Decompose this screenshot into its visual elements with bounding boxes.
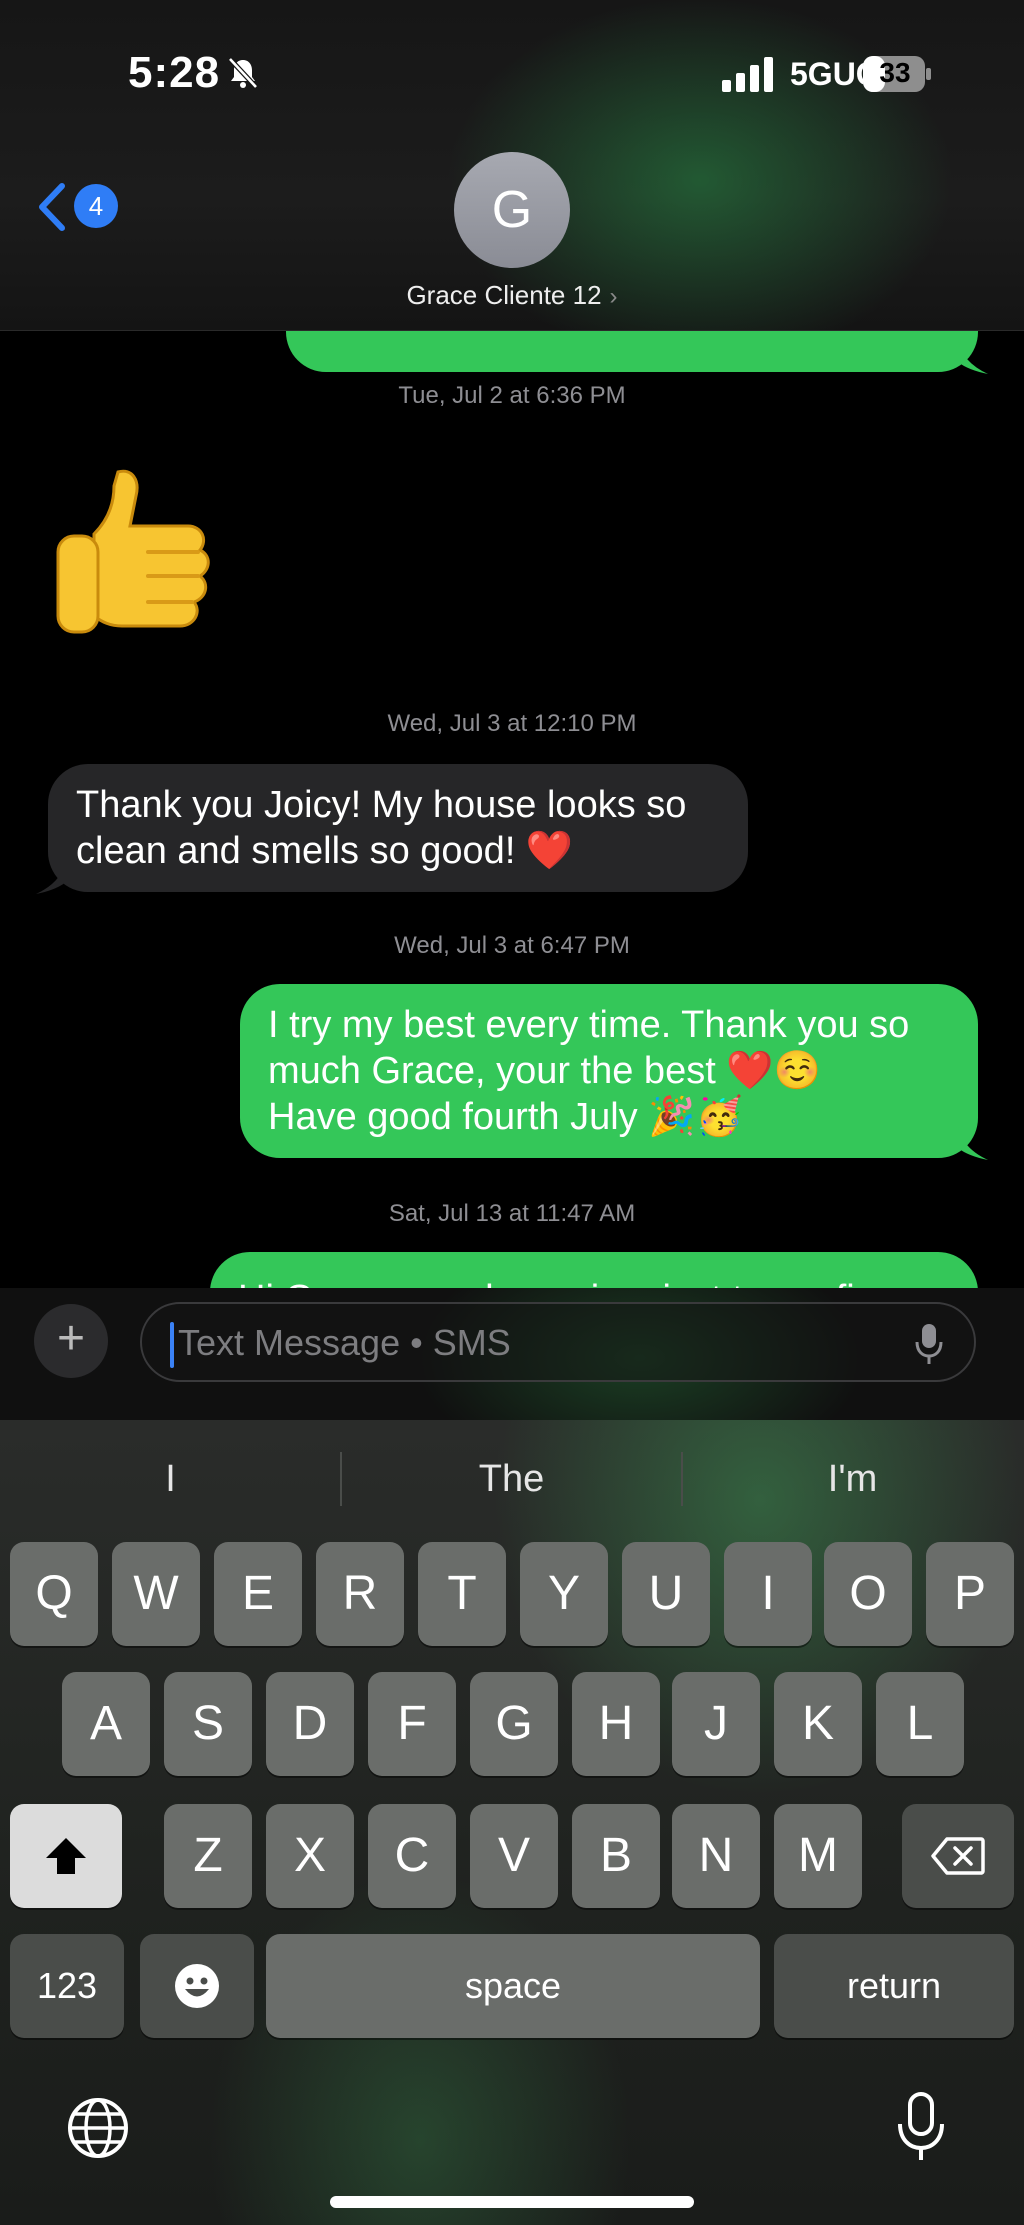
- key-v[interactable]: V: [470, 1804, 558, 1908]
- key-p[interactable]: P: [926, 1542, 1014, 1646]
- key-j[interactable]: J: [672, 1672, 760, 1776]
- status-time: 5:28: [128, 48, 221, 97]
- contact-avatar[interactable]: G: [454, 152, 570, 268]
- delete-key[interactable]: [902, 1804, 1014, 1908]
- dictation-mic-icon[interactable]: [896, 2092, 946, 2162]
- key-e[interactable]: E: [214, 1542, 302, 1646]
- key-g[interactable]: G: [470, 1672, 558, 1776]
- message-bubble-incoming[interactable]: Thank you Joicy! My house looks so clean…: [48, 764, 748, 892]
- bubble-tail: [958, 340, 988, 374]
- home-indicator[interactable]: [330, 2196, 694, 2208]
- key-c[interactable]: C: [368, 1804, 456, 1908]
- emoji-key[interactable]: [140, 1934, 254, 2038]
- suggestion-3[interactable]: I'm: [682, 1446, 1023, 1512]
- key-b[interactable]: B: [572, 1804, 660, 1908]
- back-button[interactable]: 4: [34, 178, 124, 234]
- emoji-icon: [175, 1964, 219, 2008]
- message-timestamp: Wed, Jul 3 at 12:10 PM: [387, 710, 637, 737]
- cellular-signal-icon: [722, 57, 773, 92]
- keyboard: I The I'm Q W E R T Y U I O P A S D F G …: [0, 1420, 1024, 2225]
- key-s[interactable]: S: [164, 1672, 252, 1776]
- message-line: Thank you Joicy! My house looks so: [76, 784, 687, 826]
- text-cursor: [170, 1322, 174, 1368]
- compose-bar: + Text Message • SMS: [0, 1288, 1024, 1420]
- microphone-icon[interactable]: [914, 1322, 944, 1366]
- thumbs-up-emoji[interactable]: [52, 466, 216, 636]
- key-u[interactable]: U: [622, 1542, 710, 1646]
- message-line: Hi Grace, good morning, just to confirm: [238, 1276, 950, 1288]
- status-bar: 5:28 5GUC 33: [0, 0, 1024, 150]
- message-thread[interactable]: Tue, Jul 2 at 6:36 PM Wed, Jul 3 at 12:1…: [0, 330, 1024, 1288]
- predictive-bar: I The I'm: [0, 1446, 1024, 1512]
- key-r[interactable]: R: [316, 1542, 404, 1646]
- contact-name-button[interactable]: Grace Cliente 12 ›: [0, 280, 1024, 311]
- add-attachment-button[interactable]: +: [34, 1304, 108, 1378]
- numbers-key[interactable]: 123: [10, 1934, 124, 2038]
- shift-key[interactable]: [10, 1804, 122, 1908]
- key-z[interactable]: Z: [164, 1804, 252, 1908]
- key-f[interactable]: F: [368, 1672, 456, 1776]
- key-o[interactable]: O: [824, 1542, 912, 1646]
- message-input[interactable]: Text Message • SMS: [140, 1302, 976, 1382]
- contact-name: Grace Cliente 12: [406, 280, 602, 310]
- message-timestamp: Wed, Jul 3 at 6:47 PM: [394, 932, 630, 959]
- globe-icon[interactable]: [66, 2096, 130, 2160]
- key-x[interactable]: X: [266, 1804, 354, 1908]
- message-placeholder: Text Message • SMS: [178, 1322, 511, 1363]
- message-timestamp: Sat, Jul 13 at 11:47 AM: [388, 1200, 636, 1227]
- bell-slash-icon: [228, 57, 258, 89]
- message-bubble-outgoing[interactable]: I try my best every time. Thank you so m…: [240, 984, 978, 1158]
- key-t[interactable]: T: [418, 1542, 506, 1646]
- key-m[interactable]: M: [774, 1804, 862, 1908]
- bubble-tail: [36, 860, 66, 894]
- suggestion-1[interactable]: I: [0, 1446, 341, 1512]
- message-bubble-outgoing-partial[interactable]: Hi Grace, good morning, just to confirm: [210, 1252, 978, 1288]
- message-timestamp: Tue, Jul 2 at 6:36 PM: [398, 382, 626, 409]
- chevron-right-icon: ›: [609, 283, 618, 310]
- message-line: Have good fourth July 🎉🥳: [268, 1096, 743, 1138]
- suggestion-2[interactable]: The: [341, 1446, 682, 1512]
- message-line: much Grace, your the best ❤️☺️: [268, 1050, 821, 1092]
- battery-level: 33: [879, 57, 911, 88]
- space-key[interactable]: space: [266, 1934, 760, 2038]
- message-line: clean and smells so good! ❤️: [76, 830, 574, 872]
- message-line: I try my best every time. Thank you so: [268, 1004, 910, 1046]
- bubble-tail: [958, 1126, 988, 1160]
- key-a[interactable]: A: [62, 1672, 150, 1776]
- key-k[interactable]: K: [774, 1672, 862, 1776]
- backspace-icon: [931, 1837, 985, 1875]
- key-q[interactable]: Q: [10, 1542, 98, 1646]
- key-l[interactable]: L: [876, 1672, 964, 1776]
- key-d[interactable]: D: [266, 1672, 354, 1776]
- return-key[interactable]: return: [774, 1934, 1014, 2038]
- key-w[interactable]: W: [112, 1542, 200, 1646]
- chevron-left-icon: [39, 183, 65, 231]
- key-n[interactable]: N: [672, 1804, 760, 1908]
- key-i[interactable]: I: [724, 1542, 812, 1646]
- key-h[interactable]: H: [572, 1672, 660, 1776]
- key-y[interactable]: Y: [520, 1542, 608, 1646]
- shift-icon: [46, 1838, 86, 1874]
- unread-count-badge: 4: [74, 184, 118, 228]
- message-bubble-outgoing-partial[interactable]: [286, 330, 978, 372]
